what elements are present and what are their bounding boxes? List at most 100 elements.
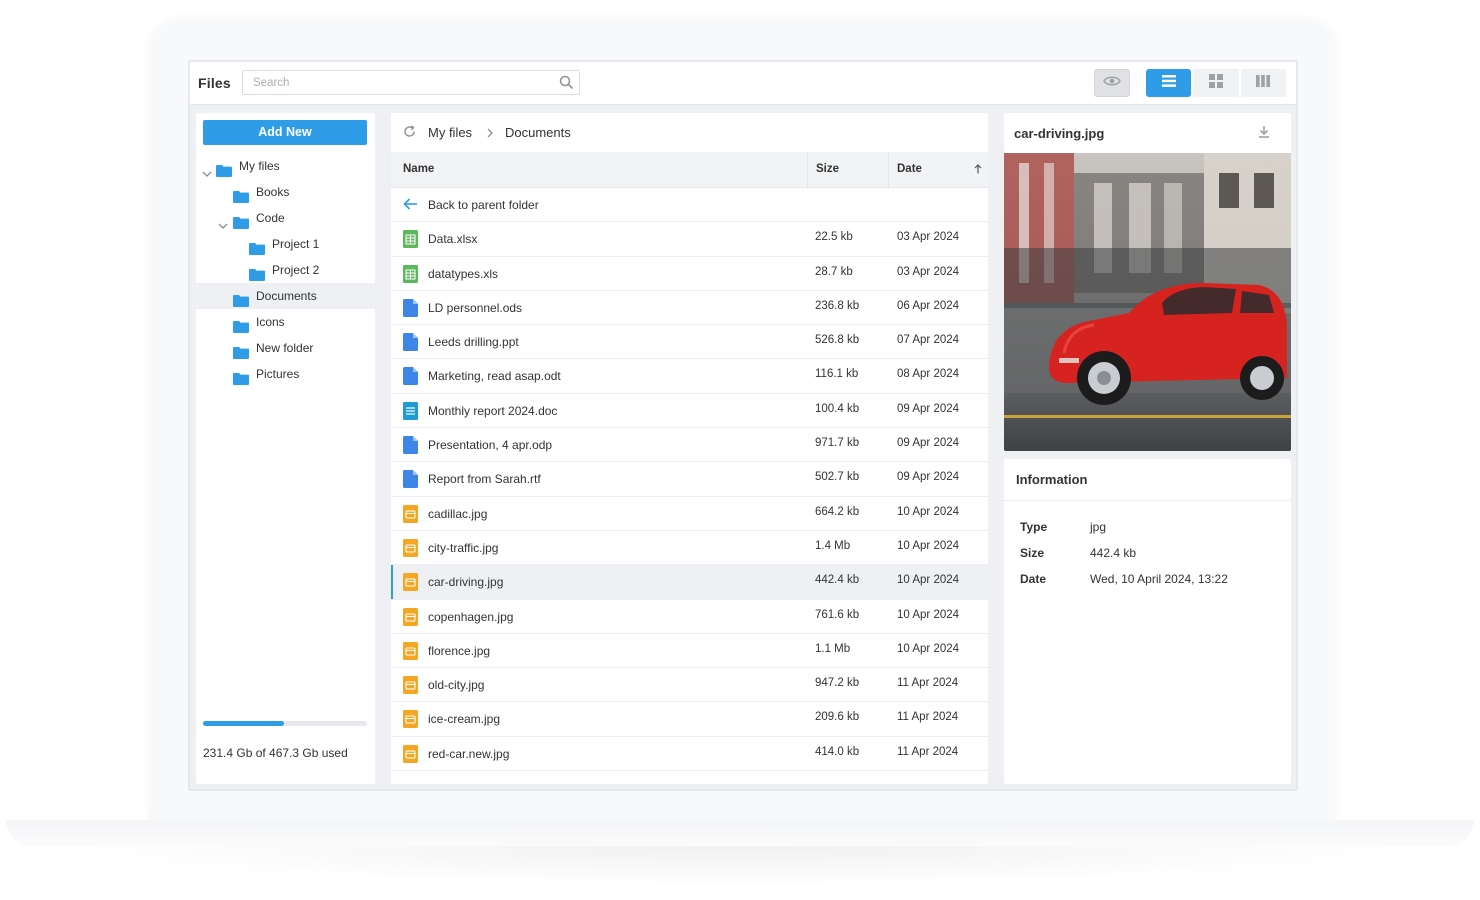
columns-view-button[interactable] (1240, 69, 1286, 97)
file-size: 116.1 kb (815, 368, 859, 381)
table-row[interactable]: copenhagen.jpg 761.6 kb 10 Apr 2024 (391, 600, 988, 634)
file-name: city-traffic.jpg (428, 540, 499, 555)
storage-usage-text: 231.4 Gb of 467.3 Gb used (203, 746, 348, 760)
column-header-date[interactable]: Date (897, 163, 922, 175)
file-name: copenhagen.jpg (428, 609, 514, 624)
table-row[interactable]: city-traffic.jpg 1.4 Mb 10 Apr 2024 (391, 531, 988, 566)
file-name: old-city.jpg (428, 678, 485, 693)
tree-item-books[interactable]: Books (196, 179, 375, 205)
table-row[interactable]: Leeds drilling.ppt 526.8 kb 07 Apr 2024 (391, 325, 988, 360)
refresh-icon[interactable] (403, 125, 416, 141)
table-row[interactable]: Presentation, 4 apr.odp 971.7 kb 09 Apr 20… (391, 428, 988, 463)
table-row[interactable]: Monthly report 2024.doc 100.4 kb 09 Apr 20… (391, 394, 988, 429)
tree-item-documents[interactable]: Documents (196, 283, 375, 309)
tree-item-new-folder[interactable]: New folder (196, 335, 375, 361)
tree-item-pictures[interactable]: Pictures (196, 361, 375, 387)
information-panel: Information Type jpg Size 442.4 kb Date … (1004, 459, 1291, 784)
tree-item-code[interactable]: Code (196, 205, 375, 231)
table-row[interactable]: florence.jpg 1.1 Mb 10 Apr 2024 (391, 634, 988, 669)
table-row[interactable]: Marketing, read asap.odt 116.1 kb 08 Apr 2… (391, 359, 988, 394)
search-input[interactable] (243, 71, 543, 94)
document-file-icon (403, 470, 418, 491)
download-icon[interactable] (1258, 125, 1270, 143)
preview-file-name: car-driving.jpg (1014, 126, 1105, 141)
tree-item-my-files[interactable]: My files (196, 153, 375, 179)
breadcrumb-item-my-files[interactable]: My files (428, 125, 472, 140)
file-date: 10 Apr 2024 (897, 505, 960, 518)
file-size: 1.1 Mb (815, 642, 851, 655)
document-file-icon (403, 436, 418, 457)
table-row[interactable]: old-city.jpg 947.2 kb 11 Apr 2024 (391, 668, 988, 703)
search-box[interactable] (242, 70, 580, 95)
file-date: 11 Apr 2024 (897, 711, 959, 724)
tree-item-label: Code (256, 211, 285, 225)
tree-item-label: My files (239, 159, 280, 173)
breadcrumb: My files Documents (391, 113, 988, 152)
file-size: 664.2 kb (815, 505, 860, 518)
tree-item-label: Icons (256, 315, 285, 329)
table-row[interactable]: cadillac.jpg 664.2 kb 10 Apr 2024 (391, 497, 988, 531)
file-date: 09 Apr 2024 (897, 437, 960, 450)
preview-panel: car-driving.jpg (1004, 113, 1291, 451)
column-header-size[interactable]: Size (816, 163, 839, 175)
image-file-icon (403, 538, 418, 560)
breadcrumb-item-documents[interactable]: Documents (505, 125, 571, 140)
document-file-icon (403, 333, 418, 354)
tree-item-project-1[interactable]: Project 1 (196, 231, 375, 257)
table-row[interactable]: Data.xlsx 22.5 kb 03 Apr 2024 (391, 222, 988, 257)
file-manager-window: Files Search Add New My files Books Code… (188, 60, 1298, 791)
tree-item-label: New folder (256, 341, 314, 355)
file-date: 03 Apr 2024 (897, 265, 960, 278)
info-key: Date (1020, 572, 1047, 586)
file-date: 08 Apr 2024 (897, 368, 960, 381)
file-date: 10 Apr 2024 (897, 642, 960, 655)
add-new-button[interactable]: Add New (203, 120, 367, 145)
column-divider[interactable] (888, 152, 889, 188)
table-row[interactable]: LD personnel.ods 236.8 kb 06 Apr 2024 (391, 291, 988, 326)
tree-item-icons[interactable]: Icons (196, 309, 375, 335)
preview-toggle-button[interactable] (1094, 69, 1130, 97)
file-size: 28.7 kb (815, 265, 853, 278)
tree-item-label: Project 1 (272, 237, 320, 251)
file-date: 10 Apr 2024 (897, 608, 960, 621)
columns-icon (1256, 74, 1271, 92)
table-row[interactable]: car-driving.jpg 442.4 kb 10 Apr 2024 (391, 565, 988, 600)
info-key: Type (1020, 520, 1048, 534)
spreadsheet-file-icon (403, 264, 418, 286)
table-row[interactable]: ice-cream.jpg 209.6 kb 11 Apr 2024 (391, 702, 988, 737)
sort-ascending-icon[interactable] (974, 164, 982, 177)
grid-icon (1208, 73, 1223, 93)
image-file-icon (403, 573, 418, 594)
list-view-button[interactable] (1146, 69, 1192, 97)
image-file-icon (403, 607, 418, 629)
document-file-icon (403, 367, 418, 388)
chevron-right-icon (486, 126, 494, 141)
file-size: 442.4 kb (815, 574, 860, 587)
tree-item-label: Books (256, 185, 290, 199)
table-row[interactable]: red-car.new.jpg 414.0 kb 11 Apr 2024 (391, 737, 988, 772)
grid-view-button[interactable] (1193, 69, 1239, 97)
file-size: 761.6 kb (815, 608, 860, 621)
file-name: LD personnel.ods (428, 300, 523, 315)
file-size: 1.4 Mb (815, 539, 851, 552)
table-row[interactable]: Report from Sarah.rtf 502.7 kb 09 Apr 2024 (391, 462, 988, 497)
file-size: 22.5 kb (815, 231, 853, 244)
spreadsheet-file-icon (403, 230, 418, 251)
table-row[interactable]: datatypes.xls 28.7 kb 03 Apr 2024 (391, 257, 988, 291)
search-icon[interactable] (559, 75, 574, 95)
info-value: Wed, 10 April 2024, 13:22 (1090, 572, 1228, 586)
document-file-icon (403, 298, 418, 320)
column-divider[interactable] (807, 152, 808, 188)
file-name: Monthly report 2024.doc (428, 403, 558, 418)
storage-progress-fill (203, 721, 285, 726)
information-title: Information (1016, 472, 1088, 487)
file-name: florence.jpg (428, 643, 491, 658)
back-label: Back to parent folder (428, 198, 539, 212)
file-date: 11 Apr 2024 (897, 677, 959, 690)
back-to-parent-row[interactable]: Back to parent folder (391, 188, 988, 223)
tree-item-project-2[interactable]: Project 2 (196, 257, 375, 283)
file-name: car-driving.jpg (428, 575, 504, 590)
file-size: 526.8 kb (815, 334, 860, 347)
column-header-name[interactable]: Name (403, 163, 434, 175)
file-size: 209.6 kb (815, 711, 860, 724)
